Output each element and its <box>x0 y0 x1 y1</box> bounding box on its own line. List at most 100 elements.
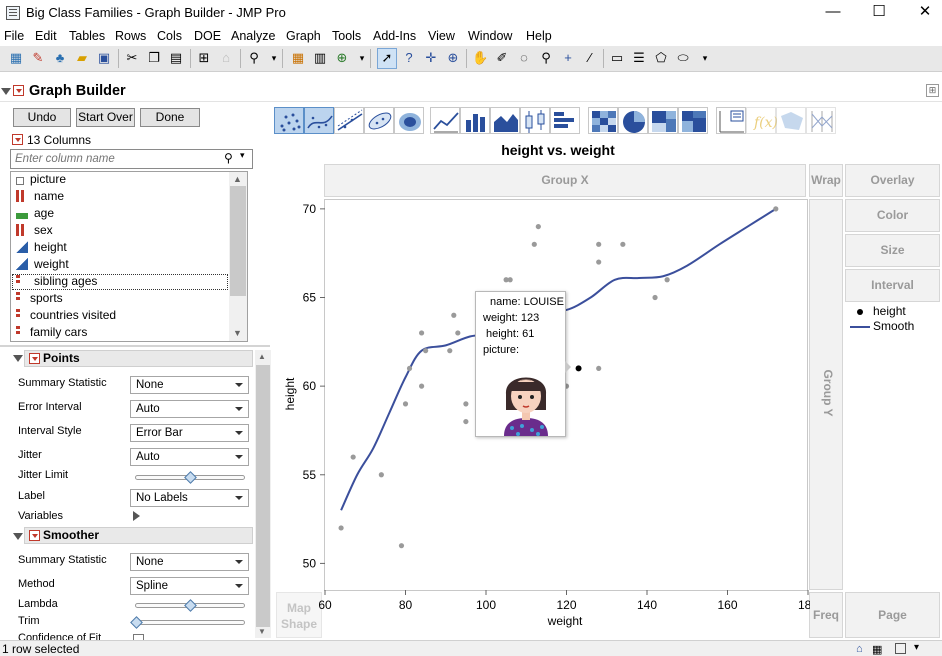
menu-rows[interactable]: Rows <box>115 29 146 43</box>
magnifier-icon[interactable]: ⚲ <box>538 50 554 66</box>
scroll-up-icon[interactable]: ▲ <box>258 352 266 361</box>
scroll-up-icon[interactable]: ▲ <box>233 174 242 184</box>
data-point[interactable] <box>402 401 409 407</box>
menu-graph[interactable]: Graph <box>286 29 321 43</box>
scroll-down-icon[interactable]: ▼ <box>233 328 242 338</box>
data-point[interactable] <box>419 330 425 336</box>
summary-statistic-select[interactable]: None <box>130 376 249 394</box>
panel-options-icon[interactable]: ⊞ <box>926 84 939 97</box>
crosshair-icon[interactable]: ✛ <box>423 50 439 66</box>
chevron-down-icon[interactable]: ▾ <box>914 642 919 653</box>
splitter[interactable] <box>0 345 270 347</box>
column-item-picture[interactable]: picture <box>16 171 66 188</box>
menu-doe[interactable]: DOE <box>194 29 221 43</box>
interval-style-select[interactable]: Error Bar <box>130 424 249 442</box>
column-item-name[interactable]: name <box>16 188 64 205</box>
column-item-age[interactable]: age <box>16 205 54 222</box>
menu-file[interactable]: File <box>4 29 24 43</box>
help-question-icon[interactable]: ? <box>401 50 417 66</box>
data-point[interactable] <box>398 543 405 549</box>
data-point[interactable] <box>338 525 344 531</box>
data-point[interactable] <box>596 259 602 265</box>
data-point[interactable] <box>652 294 658 301</box>
window-checkbox-icon[interactable] <box>895 643 906 654</box>
method-select[interactable]: Spline <box>130 577 249 595</box>
menu-cols[interactable]: Cols <box>157 29 182 43</box>
smoother-summary-statistic-select[interactable]: None <box>130 553 249 571</box>
group-y-zone[interactable]: Group Y <box>809 199 843 590</box>
error-interval-select[interactable]: Auto <box>130 400 249 418</box>
box-plot-element-button[interactable] <box>520 107 550 134</box>
trim-slider[interactable] <box>135 620 245 625</box>
menu-edit[interactable]: Edit <box>35 29 57 43</box>
data-table-icon[interactable]: ▦ <box>290 50 306 66</box>
done-button[interactable]: Done <box>140 108 200 127</box>
freq-zone[interactable]: Freq <box>809 592 843 638</box>
text-tool-icon[interactable]: ▭ <box>609 50 625 66</box>
scroll-down-icon[interactable]: ▼ <box>258 627 266 636</box>
mosaic-element-button[interactable] <box>678 107 708 134</box>
group-x-zone[interactable]: Group X <box>324 164 806 197</box>
red-triangle-menu-icon[interactable] <box>29 530 40 541</box>
data-point[interactable] <box>620 241 626 247</box>
page-zone[interactable]: Page <box>845 592 940 638</box>
interval-zone[interactable]: Interval <box>845 269 940 302</box>
red-triangle-menu-icon[interactable] <box>12 134 23 145</box>
data-point[interactable] <box>350 454 356 460</box>
plus-icon[interactable]: + <box>560 50 576 66</box>
menu-view[interactable]: View <box>428 29 455 43</box>
data-point[interactable] <box>596 365 602 372</box>
lambda-thumb[interactable] <box>184 599 197 612</box>
color-zone[interactable]: Color <box>845 199 940 232</box>
chevron-down-icon[interactable]: ▾ <box>697 50 713 66</box>
overlay-zone[interactable]: Overlay <box>845 164 940 197</box>
caption-box-element-button[interactable] <box>716 107 746 134</box>
lasso-icon[interactable]: ◌ <box>516 50 532 66</box>
scrollbar-thumb[interactable] <box>230 186 246 296</box>
wrap-zone[interactable]: Wrap <box>809 164 843 197</box>
histogram-element-button[interactable] <box>550 107 580 134</box>
data-point[interactable] <box>596 241 602 247</box>
python-icon[interactable]: ♣ <box>52 50 68 66</box>
column-item-sex[interactable]: sex <box>16 222 53 239</box>
window-list-icon[interactable]: ▦ <box>872 643 882 656</box>
brush-icon[interactable]: ✐ <box>494 50 510 66</box>
chevron-down-icon[interactable]: ▾ <box>240 150 245 161</box>
points-element-button[interactable] <box>274 107 304 134</box>
polygon-tool-icon[interactable]: ⬠ <box>653 50 669 66</box>
cut-icon[interactable]: ✂ <box>124 50 140 66</box>
ruler-icon[interactable]: ⁄ <box>582 50 598 66</box>
red-triangle-menu-icon[interactable] <box>13 85 24 96</box>
scrollbar-thumb[interactable] <box>256 365 270 627</box>
column-item-height[interactable]: height <box>16 239 67 256</box>
column-search-input[interactable] <box>10 149 253 169</box>
line-tool-icon[interactable]: ☰ <box>631 50 647 66</box>
contour-element-button[interactable] <box>394 107 424 134</box>
chevron-down-icon[interactable]: ▾ <box>354 50 370 66</box>
save-icon[interactable]: ▣ <box>96 50 112 66</box>
column-item-sports[interactable]: sports <box>16 290 63 307</box>
smoother-section-header[interactable]: Smoother <box>24 527 253 544</box>
chevron-down-icon[interactable]: ▾ <box>266 50 282 66</box>
menu-help[interactable]: Help <box>526 29 552 43</box>
formula-element-button[interactable]: f(x) <box>746 107 778 134</box>
home-icon[interactable]: ⌂ <box>856 643 863 655</box>
collapse-triangle-icon[interactable] <box>13 355 23 362</box>
jitter-limit-thumb[interactable] <box>184 471 197 484</box>
data-point[interactable] <box>419 383 425 389</box>
pie-element-button[interactable] <box>618 107 648 134</box>
bar-element-button[interactable] <box>460 107 490 134</box>
y-axis-label[interactable]: height <box>283 377 297 410</box>
trim-thumb[interactable] <box>130 616 143 629</box>
data-point[interactable] <box>463 418 469 425</box>
data-point[interactable] <box>423 348 429 354</box>
minimize-button[interactable]: — <box>810 0 856 26</box>
parallel-plot-element-button[interactable] <box>806 107 836 134</box>
column-item-family-cars[interactable]: family cars <box>16 324 87 341</box>
arrow-cursor-icon[interactable]: ➚ <box>379 50 395 66</box>
data-point[interactable] <box>773 206 779 212</box>
points-section-header[interactable]: Points <box>24 350 253 367</box>
data-point[interactable] <box>535 223 541 230</box>
target-icon[interactable]: ⊕ <box>445 50 461 66</box>
data-point[interactable] <box>455 330 461 336</box>
